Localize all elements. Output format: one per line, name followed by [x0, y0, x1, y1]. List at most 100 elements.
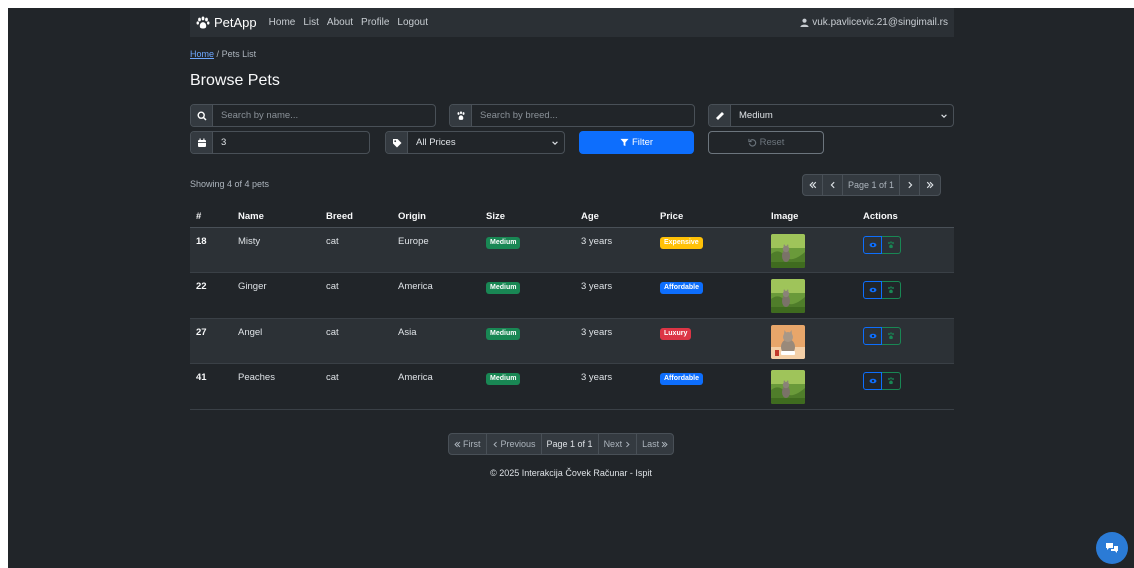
table-header-row: # Name Breed Origin Size Age Price Image… [190, 207, 954, 228]
chevron-left-icon [492, 441, 497, 447]
size-select-addon [709, 105, 731, 126]
paw-icon [196, 16, 210, 28]
nav-link-home[interactable]: Home [269, 17, 296, 28]
size-badge: Medium [486, 373, 521, 385]
brand[interactable]: PetApp [196, 15, 257, 30]
page-title: Browse Pets [190, 72, 280, 89]
top-first-page-button[interactable] [803, 175, 823, 195]
chevron-down-icon [552, 140, 558, 145]
top-prev-page-button[interactable] [823, 175, 843, 195]
pet-origin-cell: America [392, 272, 480, 319]
nav-link-about[interactable]: About [327, 17, 353, 28]
top-pagination: Page 1 of 1 [802, 174, 942, 196]
eye-icon [869, 242, 876, 247]
last-page-label: Last [642, 439, 660, 449]
price-select-value: All Prices [416, 137, 456, 148]
paw-icon [888, 331, 894, 339]
paw-icon [888, 240, 894, 248]
search-icon [196, 110, 207, 121]
table-row: 18 Misty cat Europe Medium 3 years Expensive [190, 227, 954, 273]
price-select-addon [386, 132, 408, 153]
pet-size-cell: Medium [480, 227, 575, 273]
column-header-age: Age [575, 207, 654, 228]
pet-actions-cell [857, 272, 954, 319]
view-pet-button[interactable] [863, 281, 882, 299]
pet-breed-cell: cat [320, 272, 392, 319]
paw-icon [888, 286, 894, 294]
user-email: vuk.pavlicevic.21@singimail.rs [812, 17, 948, 28]
name-search-input[interactable]: Search by name... [213, 105, 435, 126]
pet-origin-cell: Europe [392, 227, 480, 273]
eye-icon [869, 287, 876, 293]
view-pet-button[interactable] [863, 235, 882, 254]
pet-actions-cell [857, 318, 954, 364]
last-page-button[interactable]: Last [637, 434, 673, 454]
ruler-icon [715, 111, 724, 120]
adopt-pet-button[interactable] [882, 326, 901, 345]
pet-price-cell: Expensive [654, 227, 765, 273]
column-header-breed: Breed [320, 207, 392, 228]
pet-price-cell: Affordable [654, 272, 765, 319]
breed-search-input[interactable]: Search by breed... [472, 105, 694, 126]
chat-button[interactable] [1096, 532, 1128, 564]
footer: © 2025 Interakcija Čovek Računar - Ispit [490, 468, 652, 478]
results-count: Showing 4 of 4 pets [190, 179, 270, 189]
nav-link-profile[interactable]: Profile [361, 17, 389, 28]
eye-icon [869, 333, 876, 338]
view-pet-button[interactable] [863, 326, 882, 345]
paw-icon [888, 377, 894, 385]
adopt-pet-button[interactable] [882, 235, 901, 254]
pet-size-cell: Medium [480, 272, 575, 319]
brand-name: PetApp [214, 15, 257, 30]
nav-link-list[interactable]: List [303, 17, 319, 28]
pet-name-cell: Ginger [232, 272, 320, 319]
pet-thumbnail[interactable] [771, 233, 805, 271]
pet-breed-cell: cat [320, 363, 392, 410]
size-select-value: Medium [739, 110, 773, 121]
nav-links: Home List About Profile Logout [269, 17, 428, 28]
first-page-button[interactable]: First [449, 434, 487, 454]
top-next-page-button[interactable] [900, 175, 921, 195]
pet-image-cell [765, 363, 857, 410]
column-header-origin: Origin [392, 207, 480, 228]
adopt-pet-button[interactable] [882, 372, 901, 390]
next-page-label: Next [603, 439, 623, 449]
next-page-button[interactable]: Next [599, 434, 638, 454]
pet-actions-cell [857, 227, 954, 273]
column-header-size: Size [480, 207, 575, 228]
column-header-id: # [190, 207, 232, 228]
first-page-label: First [463, 439, 481, 449]
table-row: 27 Angel cat Asia Medium 3 years Luxury [190, 318, 954, 364]
pet-thumbnail[interactable] [771, 279, 805, 316]
chevron-left-icon [830, 181, 835, 189]
pet-breed-cell: cat [320, 318, 392, 364]
pet-age-cell: 3 years [575, 318, 654, 364]
breed-search-field: Search by breed... [449, 104, 695, 127]
filter-button-label: Filter [631, 137, 654, 148]
price-select[interactable]: All Prices [385, 131, 565, 154]
size-select[interactable]: Medium [708, 104, 954, 127]
table-row: 22 Ginger cat America Medium 3 years Affordabl… [190, 272, 954, 319]
breadcrumb-home-link[interactable]: Home [190, 49, 214, 59]
view-pet-button[interactable] [863, 372, 882, 390]
top-last-page-button[interactable] [920, 175, 940, 195]
funnel-icon [620, 138, 629, 147]
pet-age-cell: 3 years [575, 272, 654, 319]
pet-thumbnail[interactable] [771, 370, 805, 407]
filter-button[interactable]: Filter [579, 131, 694, 154]
pet-id-cell: 27 [190, 318, 232, 364]
adopt-pet-button[interactable] [882, 281, 901, 299]
double-chevron-right-icon [926, 181, 934, 189]
reset-button[interactable]: Reset [708, 131, 824, 154]
chevron-down-icon [941, 113, 947, 118]
nav-link-logout[interactable]: Logout [397, 17, 428, 28]
pet-thumbnail[interactable] [771, 324, 805, 362]
age-input[interactable]: 3 [213, 132, 369, 153]
pet-name-cell: Angel [232, 318, 320, 364]
pet-image-cell [765, 227, 857, 273]
chat-bubbles-icon [1106, 543, 1118, 553]
previous-page-button[interactable]: Previous [487, 434, 542, 454]
tag-icon [392, 138, 401, 147]
user-menu[interactable]: vuk.pavlicevic.21@singimail.rs [800, 17, 948, 28]
price-badge: Luxury [660, 327, 692, 340]
